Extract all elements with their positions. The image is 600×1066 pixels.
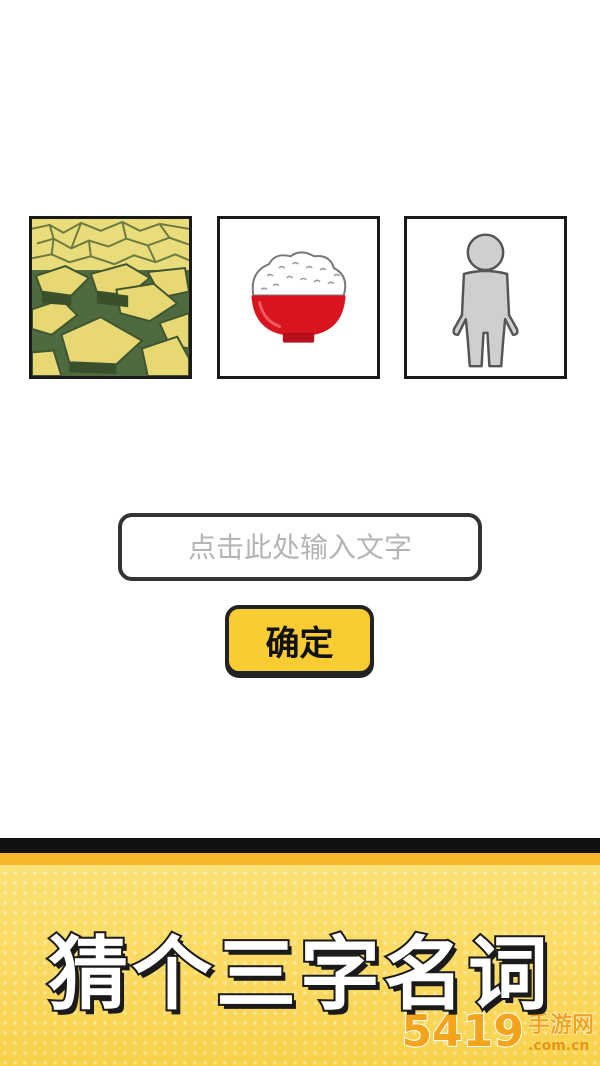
clue-tile-person	[404, 216, 567, 379]
answer-input[interactable]	[137, 529, 463, 565]
confirm-button[interactable]: 确定	[225, 605, 374, 675]
clue-tile-cracked-land	[29, 216, 192, 379]
banner-top-border	[0, 838, 600, 853]
rice-bowl-icon	[251, 251, 347, 343]
watermark-domain: .com.cn	[527, 1037, 590, 1054]
gray-person-icon	[452, 233, 519, 368]
picture-clues	[0, 216, 600, 384]
banner-orange-stripe	[0, 853, 600, 865]
clue-tile-rice-bowl	[217, 216, 380, 379]
cracked-dry-land-icon	[32, 219, 189, 376]
answer-input-box[interactable]	[118, 513, 482, 581]
banner-slogan: 猜个三字名词	[46, 926, 552, 1023]
